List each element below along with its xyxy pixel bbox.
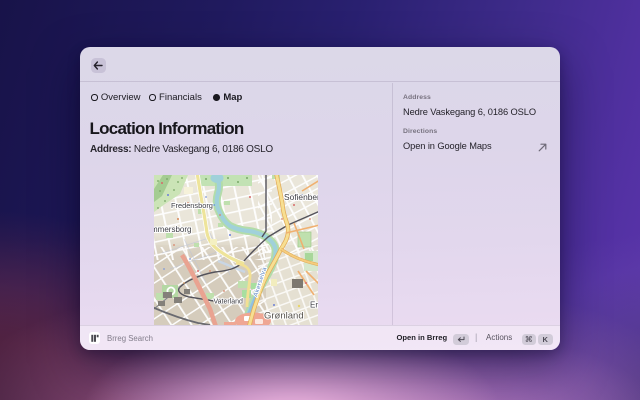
svg-text:Vaterland: Vaterland xyxy=(214,299,244,306)
svg-text:Fredensborg: Fredensborg xyxy=(171,201,213,210)
svg-text:mmersborg: mmersborg xyxy=(154,225,191,234)
svg-text:Ener: Ener xyxy=(310,301,318,310)
svg-text:Sofienberg: Sofienberg xyxy=(284,192,318,202)
svg-text:Grønland: Grønland xyxy=(264,311,304,322)
